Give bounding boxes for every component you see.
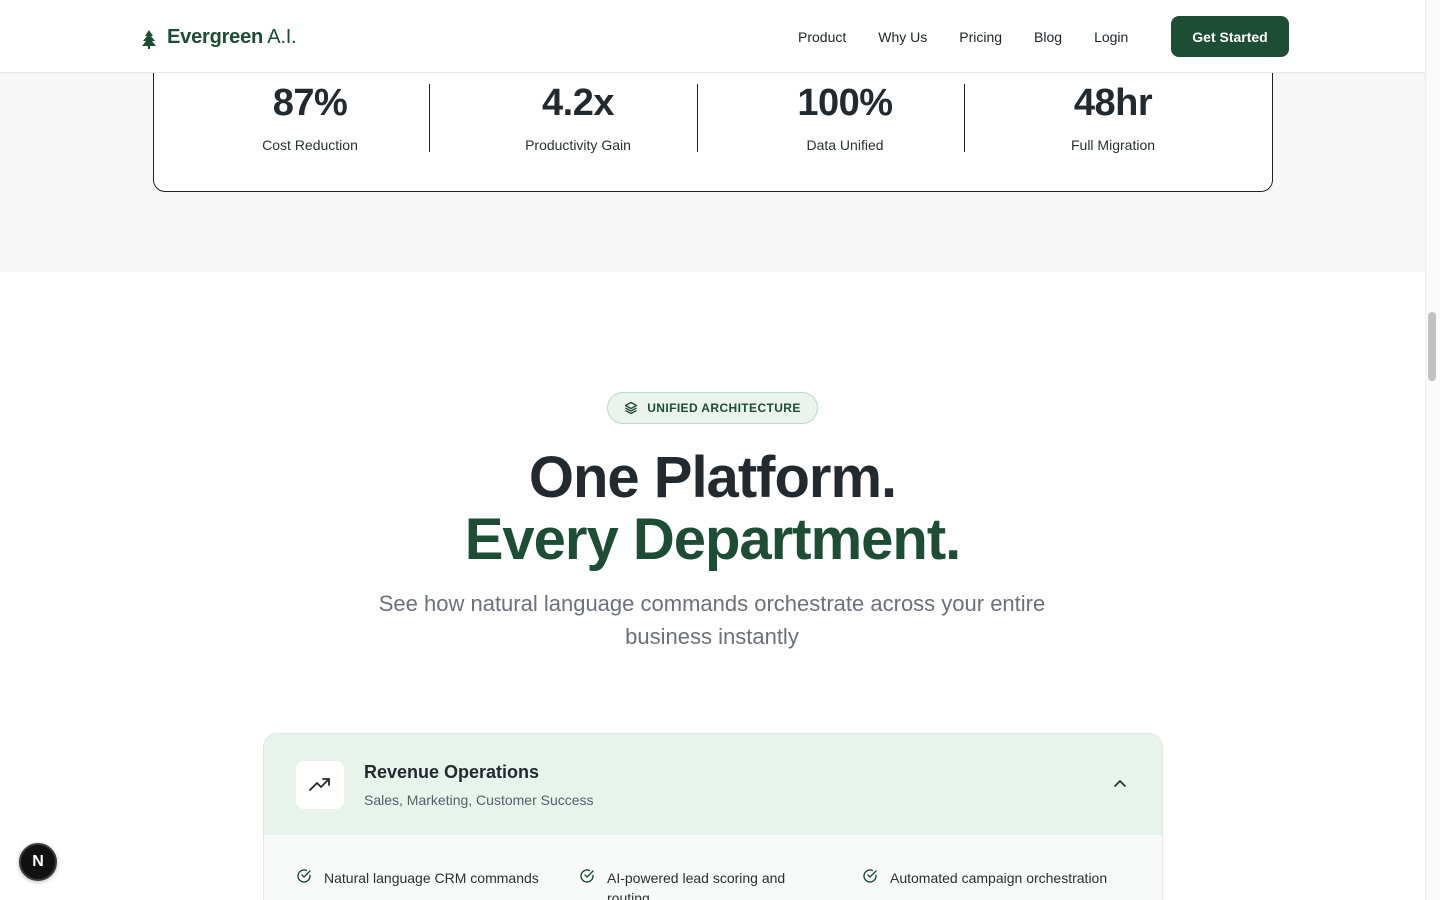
check-circle-icon [580,869,594,883]
section-title: One Platform. Every Department. [0,447,1425,571]
get-started-button[interactable]: Get Started [1171,16,1289,57]
feature-label: AI-powered lead scoring and routing [607,870,786,900]
feature-item: Automated campaign orchestration [862,868,1132,888]
site-header: Evergreen A.I. Product Why Us Pricing Bl… [0,0,1425,73]
stat-divider [964,84,965,152]
stat-label: Cost Reduction [262,137,358,153]
section-badge: UNIFIED ARCHITECTURE [607,392,818,424]
floating-n-button[interactable]: N [19,843,57,881]
stat-cost-reduction: 87% Cost Reduction [176,82,444,153]
scrollbar-track[interactable] [1425,0,1440,900]
tree-icon [142,30,156,49]
chevron-up-icon[interactable] [1112,776,1128,792]
stat-value: 48hr [1073,82,1153,124]
section-title-line2: Every Department. [464,507,962,572]
stat-data-unified: 100% Data Unified [711,82,979,153]
accordion-header[interactable]: Revenue Operations Sales, Marketing, Cus… [264,734,1162,835]
accordion-icon-box [296,761,344,809]
section-subtitle: See how natural language commands orches… [378,591,1046,649]
trending-up-icon [309,778,330,791]
stat-divider [429,84,430,152]
stat-value: 100% [797,82,893,124]
brand-name: Evergreen A.I. [167,26,297,49]
stat-value: 4.2x [542,82,614,124]
scrollbar-thumb[interactable] [1428,312,1436,381]
nav-link-product[interactable]: Product [782,29,862,45]
feature-item: AI-powered lead scoring and routing [579,868,849,900]
accordion-subtitle: Sales, Marketing, Customer Success [364,792,594,808]
nav-link-blog[interactable]: Blog [1018,29,1078,45]
logo[interactable]: Evergreen A.I. [139,24,297,50]
nav-link-pricing[interactable]: Pricing [943,29,1018,45]
layers-icon [625,401,638,415]
section-title-line1: One Platform. [528,445,897,510]
check-circle-icon [297,869,311,883]
nav-link-login[interactable]: Login [1078,29,1144,45]
stat-full-migration: 48hr Full Migration [979,82,1247,153]
page: 87% Cost Reduction 4.2x Productivity Gai… [0,0,1425,900]
feature-label: Automated campaign orchestration [890,870,1108,886]
stat-value: 87% [272,82,348,124]
brand-name-bold: Evergreen [167,25,264,48]
nav-link-why-us[interactable]: Why Us [862,29,943,45]
stat-label: Full Migration [1070,137,1156,153]
feature-label: Natural language CRM commands [324,870,539,886]
main-nav: Product Why Us Pricing Blog Login [782,0,1144,73]
stat-label: Productivity Gain [525,137,631,153]
stat-productivity-gain: 4.2x Productivity Gain [444,82,712,153]
accordion-title: Revenue Operations [364,762,540,782]
check-circle-icon [863,869,877,883]
stat-label: Data Unified [806,137,884,153]
brand-name-rest: A.I. [263,25,297,48]
accordion-revenue-operations: Revenue Operations Sales, Marketing, Cus… [263,733,1163,900]
feature-item: Natural language CRM commands [296,868,566,888]
section-badge-label: UNIFIED ARCHITECTURE [647,401,801,415]
stat-divider [697,84,698,152]
